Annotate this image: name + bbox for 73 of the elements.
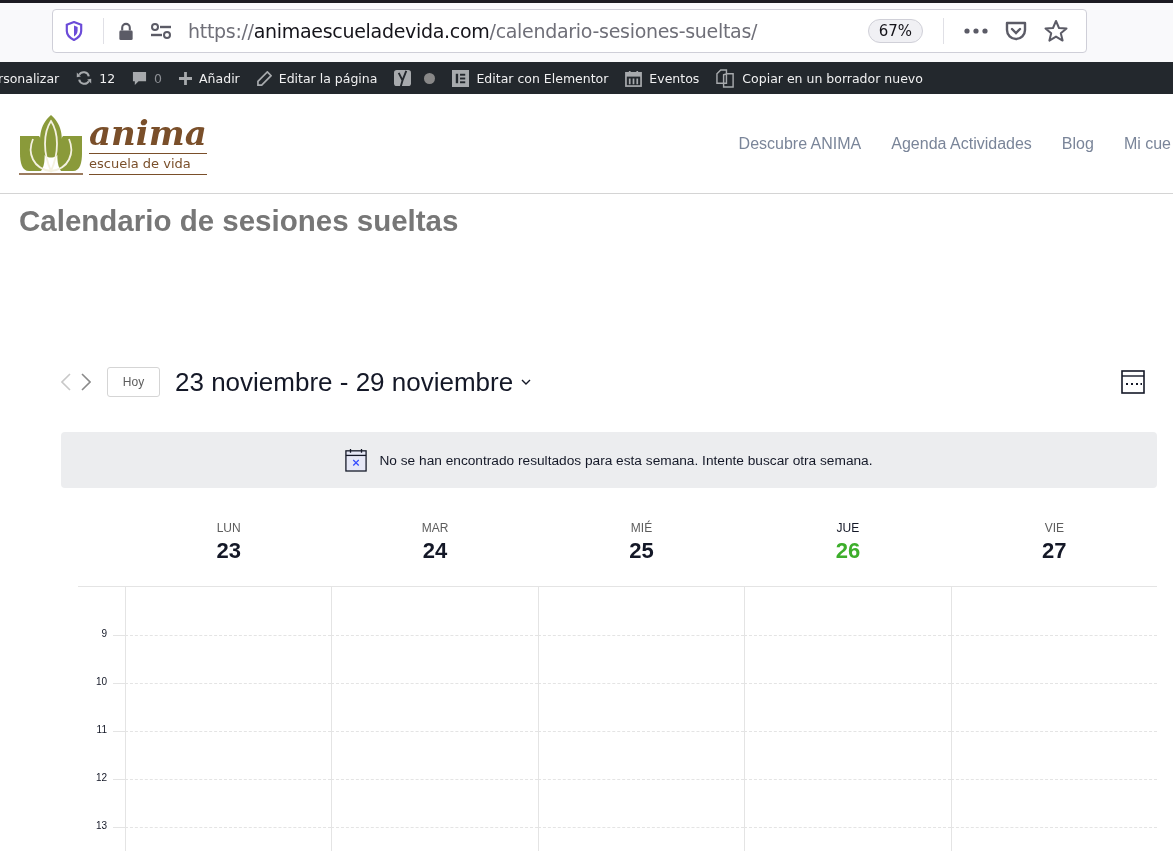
- weekday-label: JUE: [836, 521, 860, 535]
- url-text[interactable]: https://animaescueladevida.com/calendario-sesiones-sueltas/: [188, 20, 858, 42]
- hour-label: 10: [95, 676, 107, 687]
- time-slot[interactable]: [537, 683, 745, 731]
- lock-icon[interactable]: [118, 21, 134, 41]
- seo-plugin-icon[interactable]: [394, 68, 412, 88]
- toolbar-link[interactable]: Añadir: [199, 70, 240, 86]
- nav-link[interactable]: Agenda Actividades: [891, 134, 1032, 153]
- weekday-label: VIE: [1044, 521, 1064, 535]
- comment-icon[interactable]: [132, 70, 148, 86]
- time-slot[interactable]: [537, 635, 745, 683]
- shield-icon[interactable]: [65, 21, 83, 41]
- weekday-label: MIÉ: [630, 521, 653, 535]
- time-slot[interactable]: [125, 779, 332, 827]
- toolbar-link[interactable]: Editar la página: [278, 70, 378, 86]
- today-button[interactable]: Hoy: [107, 367, 160, 397]
- toolbar-link[interactable]: rsonalizar: [0, 70, 60, 86]
- weekday-label: MAR: [421, 521, 449, 535]
- nav-link[interactable]: Descubre ANIMA: [738, 134, 862, 153]
- time-slot[interactable]: [125, 731, 332, 779]
- toolbar-link[interactable]: Editar con Elementor: [476, 70, 609, 86]
- caret-icon[interactable]: [521, 379, 532, 385]
- hour-label: 13: [95, 820, 107, 831]
- day-number[interactable]: 23: [216, 538, 241, 564]
- refresh-icon[interactable]: [76, 70, 93, 86]
- time-slot[interactable]: [744, 683, 951, 731]
- copy-icon[interactable]: [716, 68, 736, 88]
- view-selector-icon[interactable]: [1121, 370, 1145, 394]
- weekday-label: LUN: [216, 521, 241, 535]
- toolbar-link[interactable]: Copiar en un borrador nuevo: [742, 70, 923, 86]
- permissions-icon[interactable]: [150, 22, 172, 40]
- time-slot[interactable]: [744, 779, 951, 827]
- status-dot: [424, 72, 436, 84]
- notice-text: No se han encontrado resultados para esta semana. Intente buscar otra semana.: [379, 452, 873, 468]
- date-range-picker[interactable]: 23 noviembre - 29 noviembre: [175, 366, 514, 398]
- day-number[interactable]: 25: [629, 538, 654, 564]
- toolbar-link[interactable]: 12: [99, 70, 116, 86]
- time-slot[interactable]: [950, 683, 1158, 731]
- pencil-icon[interactable]: [256, 70, 272, 86]
- calendar-x-icon: [345, 448, 368, 472]
- zoom-level-badge[interactable]: 67%: [867, 19, 923, 43]
- time-slot[interactable]: [331, 635, 538, 683]
- time-slot[interactable]: [331, 731, 538, 779]
- time-slot[interactable]: [331, 779, 538, 827]
- pocket-icon[interactable]: [1004, 20, 1028, 42]
- time-slot[interactable]: [950, 779, 1158, 827]
- toolbar-link[interactable]: 0: [154, 70, 163, 86]
- time-slot[interactable]: [744, 731, 951, 779]
- nav-link[interactable]: Blog: [1061, 134, 1094, 153]
- time-slot[interactable]: [537, 731, 745, 779]
- page-title: Calendario de sesiones sueltas: [19, 204, 460, 239]
- toolbar-link[interactable]: Eventos: [649, 70, 700, 86]
- time-slot[interactable]: [537, 779, 745, 827]
- time-slot[interactable]: [950, 731, 1158, 779]
- day-number[interactable]: 24: [422, 538, 448, 564]
- calendar-icon[interactable]: [625, 69, 643, 87]
- time-slot[interactable]: [744, 635, 951, 683]
- hour-label: 9: [101, 628, 107, 639]
- star-icon[interactable]: [1044, 19, 1068, 43]
- hour-label: 12: [95, 772, 107, 783]
- time-slot[interactable]: [125, 683, 332, 731]
- day-number[interactable]: 27: [1042, 538, 1067, 564]
- logo-tagline[interactable]: escuela de vida: [89, 153, 207, 174]
- logo-wordmark[interactable]: anima: [89, 114, 207, 154]
- more-icon[interactable]: [964, 28, 988, 34]
- hour-label: 11: [96, 724, 107, 735]
- plus-icon[interactable]: [179, 71, 193, 85]
- address-bar[interactable]: https://animaescueladevida.com/calendario-sesiones-sueltas/ 67%: [52, 9, 1087, 53]
- elementor-icon[interactable]: [452, 69, 470, 87]
- time-slot[interactable]: [950, 635, 1158, 683]
- nav-link[interactable]: Mi cue: [1123, 134, 1171, 153]
- time-slot[interactable]: [331, 683, 538, 731]
- time-slot[interactable]: [125, 635, 332, 683]
